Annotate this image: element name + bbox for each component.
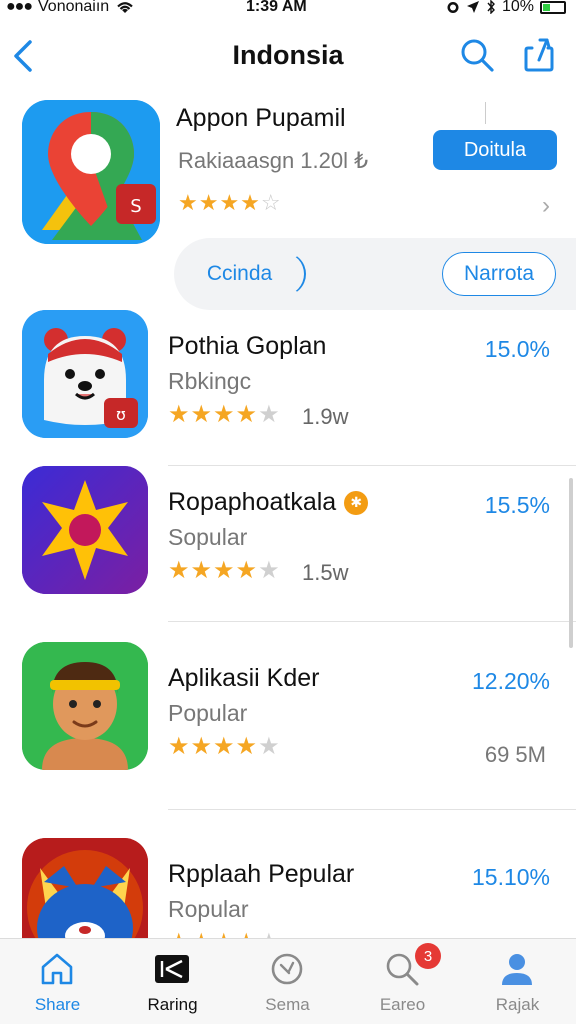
app-rating: ★★★★★ — [168, 556, 281, 585]
share-button[interactable] — [520, 34, 560, 74]
app-category: Sopular — [168, 524, 248, 550]
tab-label: Sema — [265, 995, 310, 1014]
status-time: 1:39 AM — [246, 0, 307, 15]
status-right: 10% — [446, 0, 566, 16]
featured-app: S Appon Pupamil Rakiaaasgn 1.20l ₺ ★★★★☆… — [0, 96, 576, 312]
list-item[interactable]: Aplikasii Kder Popular ★★★★★ 12.20% 69 5… — [0, 642, 576, 810]
app-category: Ropular — [168, 896, 249, 922]
map-pin-logo-icon: S — [22, 100, 160, 244]
app-percent: 15.0% — [484, 336, 550, 362]
star-empty-icon: ☆ — [260, 190, 282, 215]
app-size: 69 5M — [484, 742, 546, 767]
app-name-text: Pothia Goplan — [168, 332, 327, 360]
tab-label: Raring — [147, 995, 198, 1014]
scrollbar[interactable] — [569, 478, 573, 648]
app-icon: ʊ — [22, 310, 148, 438]
star-icon: ★★★★ — [168, 401, 259, 428]
app-name: Pothia Goplan — [168, 332, 326, 361]
tab-rajak[interactable]: Rajak — [460, 939, 575, 1024]
star-empty-icon: ★ — [258, 733, 281, 760]
divider — [485, 102, 486, 124]
app-category: Popular — [168, 700, 248, 726]
featured-app-rating: ★★★★☆ — [178, 190, 282, 216]
wifi-icon — [117, 2, 133, 13]
app-downloads: 1.9w — [302, 404, 349, 429]
featured-actions-panel: Ccinda Narrota — [174, 238, 576, 310]
star-icon: ★★★★ — [178, 190, 261, 215]
tab-label: Rajak — [495, 995, 540, 1014]
app-name: Aplikasii Kder — [168, 664, 319, 693]
person-icon — [502, 954, 532, 985]
app-name-text: Ropaphoatkala — [168, 488, 337, 516]
featured-get-button[interactable]: Doitula — [433, 130, 557, 170]
tab-bar: Share Raring Sema 3 Eareo Rajak — [0, 938, 576, 1024]
boy-avatar-icon — [22, 642, 148, 770]
carrier-name: Vononaiın — [38, 0, 110, 15]
battery-percent: 10% — [501, 0, 534, 15]
app-name: Ropaphoatkala ✱ — [168, 488, 369, 517]
app-category: Rbkingc — [168, 368, 252, 394]
signal-dots-icon: ●●● — [6, 0, 33, 15]
app-name: Rpplaah Pepular — [168, 860, 354, 889]
svg-text:ʊ: ʊ — [116, 405, 126, 424]
featured-right-pill[interactable]: Narrota — [442, 252, 556, 296]
tab-label: Eareo — [379, 995, 426, 1014]
star-icon: ★★★★ — [168, 557, 259, 584]
divider — [168, 621, 576, 622]
app-rating: ★★★★★ — [168, 732, 281, 761]
star-logo-icon — [22, 466, 148, 594]
search-icon — [271, 953, 303, 985]
search-button[interactable] — [458, 36, 496, 74]
tab-share[interactable]: Share — [0, 939, 115, 1024]
app-rating: ★★★★★ — [168, 400, 281, 429]
verified-badge-icon: ✱ — [344, 490, 369, 515]
app-icon — [22, 466, 148, 594]
list-item[interactable]: Ropaphoatkala ✱ Sopular ★★★★★ 1.5w 15.5% — [0, 466, 576, 622]
alarm-icon — [447, 2, 459, 13]
notification-badge: 3 — [415, 943, 441, 969]
star-empty-icon: ★ — [258, 557, 281, 584]
app-name-text: Rpplaah Pepular — [168, 860, 355, 888]
bear-mascot-icon: ʊ — [22, 310, 148, 438]
navigation-bar: Indonsia — [0, 26, 576, 86]
app-percent: 12.20% — [471, 668, 550, 694]
divider — [168, 809, 576, 810]
tab-label: Share — [34, 995, 81, 1014]
battery-icon — [540, 0, 566, 14]
list-item[interactable]: ʊ Pothia Goplan Rbkingc ★★★★★ 1.9w 15.0% — [0, 310, 576, 466]
home-icon — [41, 953, 73, 985]
app-name-text: Aplikasii Kder — [168, 664, 320, 692]
featured-left-pill[interactable]: Ccinda — [174, 252, 306, 296]
app-icon — [22, 642, 148, 770]
tab-sema[interactable]: Sema — [230, 939, 345, 1024]
clapper-icon — [155, 955, 189, 983]
tab-raring[interactable]: Raring — [115, 939, 230, 1024]
svg-text:S: S — [130, 196, 141, 217]
featured-app-subtitle: Rakiaaasgn 1.20l ₺ — [178, 148, 369, 173]
app-percent: 15.5% — [484, 492, 550, 518]
bluetooth-icon — [487, 0, 495, 14]
tab-eareo[interactable]: 3 Eareo — [345, 939, 460, 1024]
share-icon — [524, 38, 554, 72]
chevron-right-icon[interactable]: › — [542, 192, 550, 220]
star-icon: ★★★★ — [168, 733, 259, 760]
location-icon — [466, 1, 479, 13]
search-icon — [461, 39, 494, 72]
featured-app-name: Appon Pupamil — [176, 104, 346, 132]
featured-app-icon[interactable]: S — [22, 100, 160, 244]
app-downloads: 1.5w — [302, 560, 349, 585]
status-left: ●●● Vononaiın — [6, 0, 135, 16]
status-bar: ●●● Vononaiın 1:39 AM 10% — [0, 0, 576, 18]
app-percent: 15.10% — [471, 864, 550, 890]
star-empty-icon: ★ — [258, 401, 281, 428]
